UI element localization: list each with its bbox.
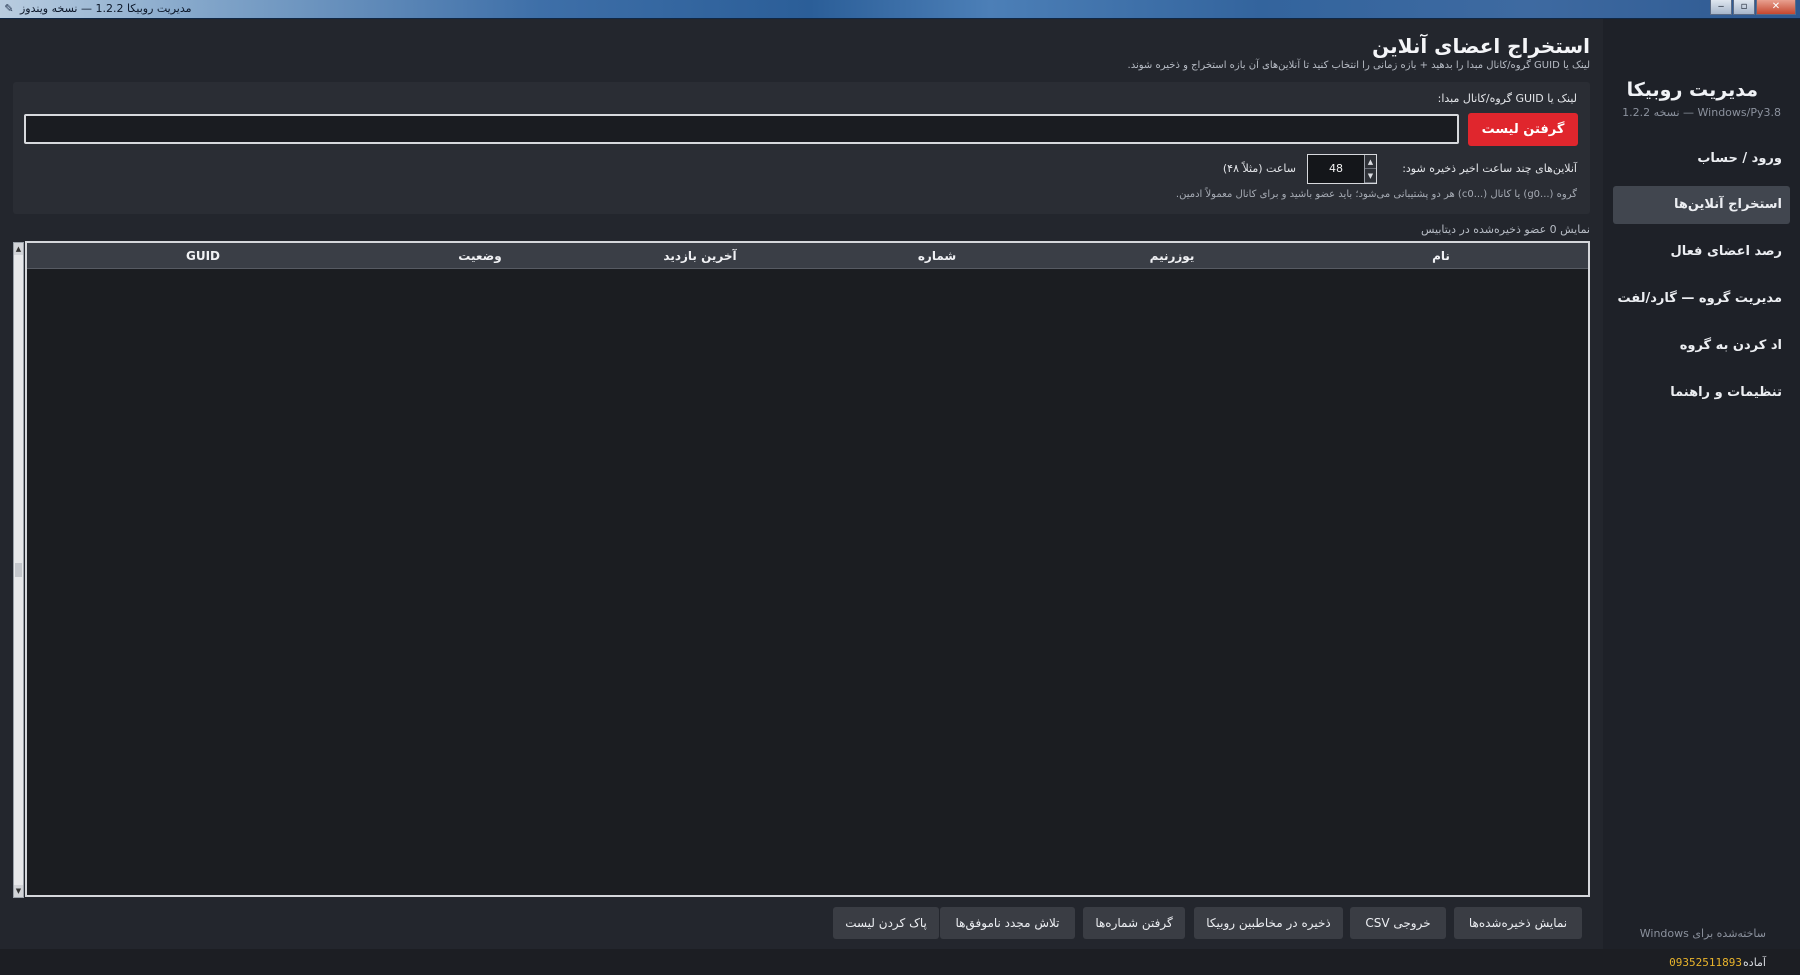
status-bar: آماده 09352511893: [0, 949, 1800, 975]
column-header-last-seen[interactable]: آخرین بازدید: [663, 243, 736, 269]
status-phone: 09352511893: [1669, 956, 1742, 969]
sidebar-item-extract-online[interactable]: استخراج آنلاین‌ها: [1613, 186, 1790, 224]
members-table[interactable]: نام یوزرنیم شماره آخرین بازدید وضعیت GUI…: [25, 241, 1590, 897]
built-for-note: Windows ساخته‌شده برای: [1639, 927, 1766, 940]
source-note: .هر دو پشتیبانی می‌شود؛ باید عضو باشید و…: [1175, 189, 1577, 200]
sidebar-item-settings-help[interactable]: تنظیمات و راهنما: [1613, 374, 1790, 412]
export-csv-button[interactable]: CSV خروجی: [1350, 907, 1446, 939]
page-description: .گروه/کانال مبدا را بدهید + بازه زمانی ر…: [1127, 60, 1590, 71]
sidebar-item-monitor-active[interactable]: رصد اعضای فعال: [1613, 233, 1790, 271]
get-numbers-button[interactable]: گرفتن شماره‌ها: [1083, 907, 1185, 939]
feather-icon: ✎: [4, 2, 14, 15]
sidebar-item-login[interactable]: ورود / حساب: [1613, 140, 1790, 178]
hours-spinbox[interactable]: 48 ▲ ▼: [1307, 154, 1377, 184]
window-controls: ‒ ▫ ✕: [1710, 0, 1796, 16]
status-text: آماده: [1743, 956, 1766, 969]
window-title-bar: ✎ مدیریت روبیکا 1.2.2 — نسخه ویندوز ‒ ▫ …: [0, 0, 1800, 19]
fetch-list-button[interactable]: گرفتن لیست: [1468, 113, 1578, 146]
hours-hint: (ساعت (مثلاً ۴۸: [1222, 162, 1296, 175]
scroll-up-icon[interactable]: ▲: [14, 243, 23, 255]
retry-failed-button[interactable]: تلاش مجدد ناموفق‌ها: [940, 907, 1075, 939]
sidebar-item-add-to-group[interactable]: اد کردن به گروه: [1613, 327, 1790, 365]
column-header-guid[interactable]: GUID: [186, 243, 220, 269]
actions-bar: پاک کردن لیست تلاش مجدد ناموفق‌ها گرفتن …: [0, 907, 1800, 939]
app-version: 1.2.2 نسخه — Windows/Py3.8: [1622, 106, 1781, 119]
scroll-down-icon[interactable]: ▼: [14, 885, 23, 897]
spin-down-icon[interactable]: ▼: [1365, 169, 1376, 183]
column-header-status[interactable]: وضعیت: [458, 243, 501, 269]
source-panel: :گروه/کانال مبدا GUID لینک یا گرفتن لیست…: [13, 82, 1590, 214]
table-header: نام یوزرنیم شماره آخرین بازدید وضعیت GUI…: [27, 243, 1588, 269]
show-saved-button[interactable]: نمایش ذخیره‌شده‌ها: [1454, 907, 1582, 939]
hours-label: :آنلاین‌های چند ساعت اخیر ذخیره شود: [1402, 162, 1577, 175]
close-button[interactable]: ✕: [1756, 0, 1796, 15]
minimize-button[interactable]: ‒: [1710, 0, 1732, 15]
hours-spinner[interactable]: ▲ ▼: [1364, 155, 1376, 183]
record-count: نمایش 0 عضو ذخیره‌شده در دیتابیس: [1421, 223, 1590, 236]
maximize-button[interactable]: ▫: [1733, 0, 1755, 15]
clear-list-button[interactable]: پاک کردن لیست: [833, 907, 939, 939]
column-header-phone[interactable]: شماره: [918, 243, 956, 269]
window-title: مدیریت روبیکا 1.2.2 — نسخه ویندوز: [20, 2, 192, 15]
column-header-username[interactable]: یوزرنیم: [1150, 243, 1195, 269]
save-contacts-button[interactable]: ذخیره در مخاطبین روبیکا: [1194, 907, 1343, 939]
spin-up-icon[interactable]: ▲: [1365, 155, 1376, 169]
scroll-thumb[interactable]: [15, 563, 22, 577]
source-input[interactable]: [24, 114, 1459, 144]
sidebar: مدیریت روبیکا 1.2.2 نسخه — Windows/Py3.8…: [1603, 19, 1800, 949]
column-header-name[interactable]: نام: [1432, 243, 1450, 269]
page-title: استخراج اعضای آنلاین: [1372, 34, 1590, 58]
hours-value[interactable]: 48: [1308, 155, 1364, 183]
source-label: :گروه/کانال مبدا GUID لینک یا: [1437, 92, 1577, 105]
sidebar-item-group-management[interactable]: مدیریت گروه — گارد/لفت: [1613, 280, 1790, 318]
app-brand-title: مدیریت روبیکا: [1626, 79, 1758, 101]
table-scrollbar[interactable]: ▲ ▼: [13, 242, 24, 898]
